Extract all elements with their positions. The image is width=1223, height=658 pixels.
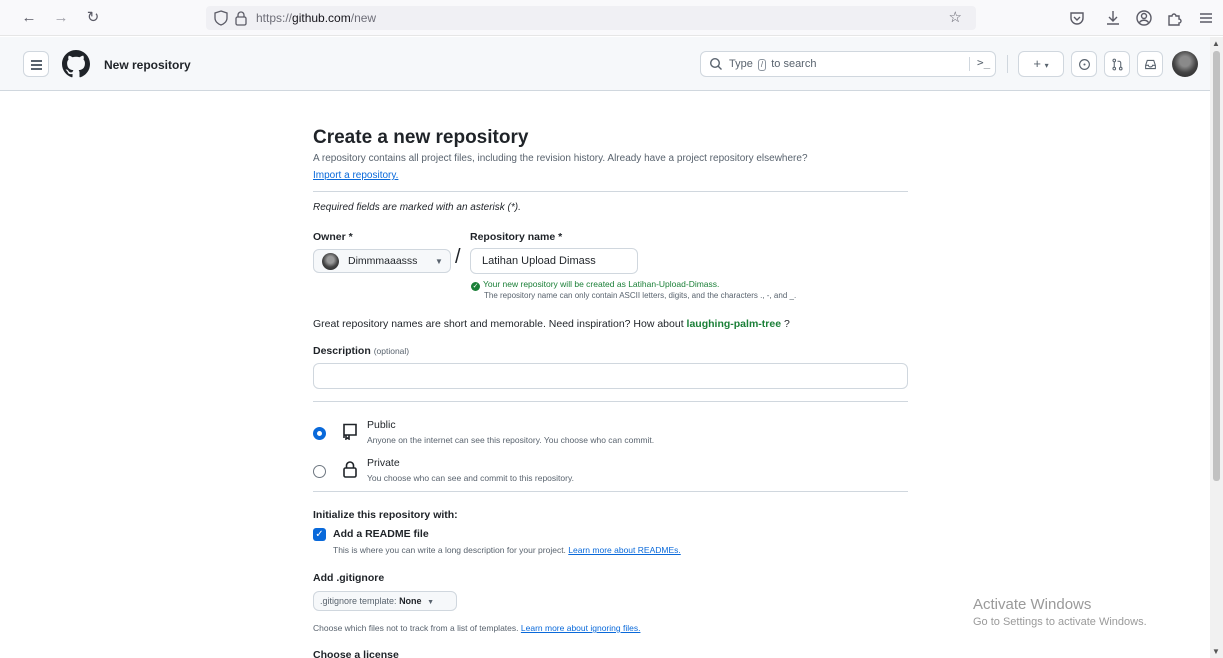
public-title: Public <box>367 419 396 431</box>
issues-icon[interactable] <box>1071 51 1097 77</box>
readme-label[interactable]: Add a README file <box>333 528 429 540</box>
gitignore-description: Choose which files not to track from a l… <box>313 623 641 633</box>
page-context-title: New repository <box>104 58 191 72</box>
initialize-label: Initialize this repository with: <box>313 509 458 521</box>
public-description: Anyone on the internet can see this repo… <box>367 435 655 445</box>
repo-icon <box>343 423 357 440</box>
description-label: Description (optional) <box>313 345 410 357</box>
search-placeholder: Type / to search <box>729 58 817 71</box>
description-input[interactable] <box>313 363 908 389</box>
gitignore-label: Add .gitignore <box>313 572 385 584</box>
back-arrow-icon[interactable]: ← <box>20 9 38 27</box>
private-radio[interactable] <box>313 465 326 478</box>
search-input[interactable]: Type / to search >_ <box>700 51 996 77</box>
inbox-icon[interactable] <box>1137 51 1163 77</box>
owner-repo-separator: / <box>455 246 461 268</box>
repository-name-valid-message: ✓ Your new repository will be created as … <box>471 279 720 291</box>
github-header: New repository Type / to search >_ + ▾ <box>0 37 1210 91</box>
activate-windows-subtitle: Go to Settings to activate Windows. <box>973 616 1147 628</box>
repository-name-label: Repository name * <box>470 231 563 243</box>
pull-requests-icon[interactable] <box>1104 51 1130 77</box>
private-title: Private <box>367 457 400 469</box>
chevron-down-icon: ▼ <box>427 599 435 606</box>
owner-name: Dimmmaaasss <box>348 255 418 267</box>
download-icon[interactable] <box>1103 8 1123 28</box>
reload-icon[interactable]: ↻ <box>84 9 102 27</box>
lock-icon <box>235 11 247 26</box>
menu-icon[interactable] <box>1196 8 1216 28</box>
license-label: Choose a license <box>313 649 399 658</box>
page-scrollbar[interactable]: ▲ ▼ <box>1210 37 1223 658</box>
address-bar[interactable]: https://github.com/new ☆ <box>206 6 976 30</box>
check-circle-icon: ✓ <box>471 282 480 291</box>
browser-toolbar: ← → ↻ https://github.com/new ☆ <box>0 0 1223 36</box>
repository-name-rules: The repository name can only contain ASC… <box>484 291 797 300</box>
page-description: A repository contains all project files,… <box>313 153 808 164</box>
name-inspiration: Great repository names are short and mem… <box>313 318 790 330</box>
lock-icon <box>343 461 357 478</box>
account-icon[interactable] <box>1134 8 1154 28</box>
shield-icon <box>214 10 228 26</box>
github-logo-icon[interactable] <box>62 50 90 78</box>
owner-select[interactable]: Dimmmaaasss ▼ <box>313 249 451 273</box>
chevron-down-icon: ▼ <box>435 257 443 266</box>
repository-name-input[interactable] <box>470 248 638 274</box>
search-icon <box>709 57 722 70</box>
scroll-thumb[interactable] <box>1213 51 1220 481</box>
suggested-name-link[interactable]: laughing-palm-tree <box>687 318 782 330</box>
hamburger-menu-button[interactable] <box>23 51 49 77</box>
divider <box>313 191 908 192</box>
pocket-icon[interactable] <box>1067 8 1087 28</box>
activate-windows-title: Activate Windows <box>973 596 1092 613</box>
user-avatar[interactable] <box>1172 51 1198 77</box>
owner-label: Owner * <box>313 231 353 243</box>
gitignore-learn-more-link[interactable]: Learn more about ignoring files. <box>521 623 641 633</box>
command-palette-icon[interactable]: >_ <box>977 56 990 69</box>
readme-description: This is where you can write a long descr… <box>333 545 681 555</box>
scroll-up-icon[interactable]: ▲ <box>1212 39 1220 48</box>
divider <box>313 401 908 402</box>
owner-avatar <box>322 253 339 270</box>
private-description: You choose who can see and commit to thi… <box>367 473 574 483</box>
extensions-icon[interactable] <box>1165 8 1185 28</box>
bookmark-star-icon[interactable]: ☆ <box>949 8 962 26</box>
page-title: Create a new repository <box>313 127 529 148</box>
public-radio[interactable] <box>313 427 326 440</box>
divider <box>313 491 908 492</box>
readme-checkbox[interactable]: ✓ <box>313 528 326 541</box>
forward-arrow-icon[interactable]: → <box>52 9 70 27</box>
gitignore-template-select[interactable]: .gitignore template: None ▼ <box>313 591 457 611</box>
import-repository-link[interactable]: Import a repository. <box>313 170 398 181</box>
url-text: https://github.com/new <box>256 11 377 25</box>
create-new-button[interactable]: + ▾ <box>1018 51 1064 77</box>
readme-learn-more-link[interactable]: Learn more about READMEs. <box>568 545 680 555</box>
required-fields-note: Required fields are marked with an aster… <box>313 202 521 213</box>
scroll-down-icon[interactable]: ▼ <box>1212 647 1220 656</box>
